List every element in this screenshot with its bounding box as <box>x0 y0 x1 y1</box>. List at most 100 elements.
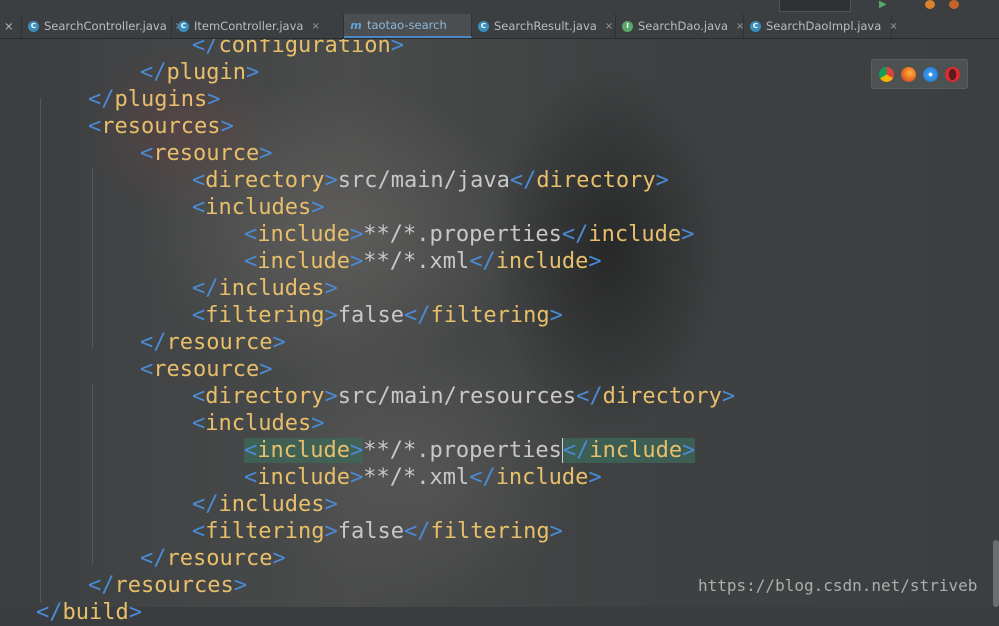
xml-tag-name: include <box>589 438 683 463</box>
xml-text-value: **/*.properties <box>363 438 562 463</box>
code-line[interactable]: <include>**/*.properties</include> <box>244 221 694 248</box>
close-icon[interactable]: × <box>4 19 14 33</box>
code-line[interactable]: <include>**/*.xml</include> <box>244 248 602 275</box>
code-line[interactable]: </plugin> <box>140 59 259 86</box>
xml-bracket: </ <box>36 600 63 625</box>
close-icon[interactable]: × <box>605 21 613 32</box>
xml-close-tag: </filtering> <box>404 519 563 544</box>
close-icon[interactable]: × <box>311 21 319 32</box>
code-line[interactable]: </includes> <box>192 491 338 518</box>
xml-open-tag: <directory> <box>192 384 338 409</box>
xml-text-value: **/*.xml <box>363 465 470 490</box>
code-line[interactable]: <resource> <box>140 140 272 167</box>
code-line[interactable]: </build> <box>36 599 142 626</box>
code-line[interactable]: <directory>src/main/java</directory> <box>192 167 669 194</box>
xml-tag-name: plugins <box>114 87 208 112</box>
xml-close-tag: </filtering> <box>404 303 563 328</box>
xml-tag-name: directory <box>536 168 656 193</box>
xml-bracket: > <box>324 519 338 544</box>
xml-bracket: < <box>244 222 258 247</box>
code-line[interactable]: <include>**/*.properties</include> <box>244 437 696 464</box>
xml-bracket: < <box>192 411 206 436</box>
indent-guide <box>40 98 41 603</box>
top-toolbar: ▶ <box>579 0 999 13</box>
xml-tag-name: filtering <box>430 303 550 328</box>
code-line[interactable]: </resource> <box>140 329 286 356</box>
xml-bracket: > <box>245 60 260 85</box>
code-line[interactable]: <resources> <box>88 113 234 140</box>
close-icon[interactable]: × <box>889 21 897 32</box>
xml-open-tag: <filtering> <box>192 519 338 544</box>
tab-label: SearchController.java <box>44 19 167 33</box>
coverage-icon[interactable] <box>925 0 935 9</box>
xml-bracket: > <box>128 600 142 625</box>
opera-icon[interactable] <box>945 66 960 82</box>
tab-searchdaoimpl[interactable]: C SearchDaoImpl.java × <box>744 14 898 38</box>
xml-bracket: > <box>588 249 602 274</box>
code-line[interactable]: <filtering>false</filtering> <box>192 302 563 329</box>
code-line[interactable]: </resources> <box>88 572 247 599</box>
xml-tag-name: includes <box>218 492 325 517</box>
xml-bracket: > <box>311 411 325 436</box>
tab-itemcontroller[interactable]: C ItemController.java × <box>172 14 344 38</box>
tab-taotao-search[interactable]: m taotao-search <box>344 14 472 38</box>
code-line[interactable]: <resource> <box>140 356 272 383</box>
xml-bracket: < <box>244 438 258 463</box>
tab-searchdao[interactable]: I SearchDao.java × <box>616 14 744 38</box>
run-icon[interactable]: ▶ <box>879 0 887 11</box>
tab-overflow-close[interactable]: × <box>0 14 22 38</box>
xml-bracket: < <box>192 168 206 193</box>
xml-tag-name: filtering <box>205 519 325 544</box>
xml-bracket: > <box>272 546 286 571</box>
xml-bracket: </ <box>88 573 115 598</box>
xml-bracket: </ <box>469 249 496 274</box>
xml-bracket: < <box>140 357 154 382</box>
xml-open-tag: <include> <box>244 222 363 247</box>
class-icon: C <box>178 20 189 32</box>
code-line[interactable]: </plugins> <box>88 86 220 113</box>
class-icon: C <box>750 20 761 32</box>
class-icon: C <box>478 20 489 32</box>
xml-bracket: > <box>349 465 364 490</box>
code-editor[interactable]: </configuration> </plugin> </plugins> <reso… <box>0 33 999 625</box>
xml-tag-name: include <box>257 249 350 274</box>
xml-bracket: < <box>192 195 206 220</box>
xml-bracket: > <box>324 168 338 193</box>
code-line[interactable]: <includes> <box>192 194 324 221</box>
tab-searchcontroller[interactable]: CSearchController.java× <box>22 14 183 38</box>
code-line[interactable]: <includes> <box>192 410 324 437</box>
code-line[interactable]: <directory>src/main/resources</directory… <box>192 383 735 410</box>
xml-bracket: > <box>681 222 695 247</box>
run-config-selector[interactable] <box>779 0 851 12</box>
xml-bracket: > <box>682 438 696 463</box>
chrome-icon[interactable] <box>879 66 894 82</box>
xml-tag-name: build <box>62 600 129 625</box>
xml-tag-name: directory <box>205 384 325 409</box>
xml-bracket: </ <box>140 546 167 571</box>
xml-bracket: > <box>324 384 338 409</box>
firefox-icon[interactable] <box>901 66 916 82</box>
code-line[interactable]: </includes> <box>192 275 338 302</box>
xml-bracket: < <box>140 141 154 166</box>
code-line[interactable]: <include>**/*.xml</include> <box>244 464 602 491</box>
xml-close-tag: </include> <box>561 438 696 463</box>
xml-bracket: > <box>207 87 221 112</box>
xml-tag-name: directory <box>602 384 722 409</box>
safari-icon[interactable] <box>923 66 938 82</box>
xml-tag-name: include <box>257 222 350 247</box>
code-line[interactable]: <filtering>false</filtering> <box>192 518 563 545</box>
vertical-scrollbar[interactable] <box>993 540 999 607</box>
profiler-icon[interactable] <box>949 0 959 9</box>
xml-bracket: </ <box>403 519 431 544</box>
xml-open-tag: <include> <box>244 438 364 463</box>
xml-text-value: **/*.xml <box>363 249 470 274</box>
xml-text-value: src/main/resources <box>337 384 577 409</box>
code-line[interactable]: </resource> <box>140 545 286 572</box>
xml-open-tag: <include> <box>244 465 363 490</box>
tab-label: ItemController.java <box>194 19 304 33</box>
xml-tag-name: include <box>495 249 589 274</box>
tab-searchresult[interactable]: C SearchResult.java × <box>472 14 616 38</box>
xml-bracket: > <box>349 249 364 274</box>
open-in-browser-popup <box>871 59 968 89</box>
xml-tag-name: includes <box>218 276 325 301</box>
